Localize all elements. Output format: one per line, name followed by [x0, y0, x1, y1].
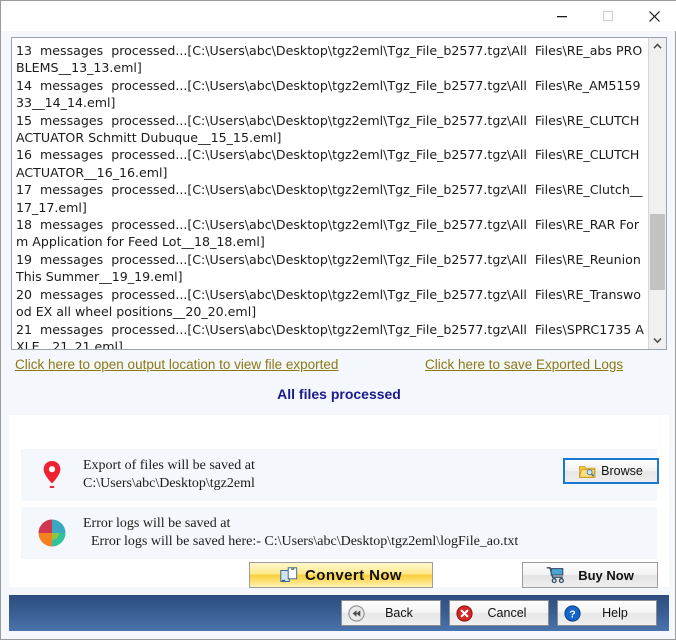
location-pin-icon	[21, 460, 83, 490]
buy-now-button[interactable]: Buy Now	[522, 562, 658, 588]
log-line: 16 messages processed...[C:\Users\abc\De…	[16, 147, 644, 180]
error-log-row: Error logs will be saved at Error logs w…	[21, 507, 657, 559]
convert-icon	[280, 567, 298, 582]
cancel-button-label: Cancel	[487, 606, 527, 620]
log-line: 17 messages processed...[C:\Users\abc\De…	[16, 182, 643, 215]
back-button[interactable]: Back	[341, 600, 441, 626]
error-log-text: Error logs will be saved at Error logs w…	[83, 515, 657, 551]
scroll-up-button[interactable]	[649, 38, 666, 55]
log-line: 21 messages processed...[C:\Users\abc\De…	[16, 321, 644, 350]
error-log-line1: Error logs will be saved at	[83, 516, 231, 531]
convert-now-label: Convert Now	[305, 566, 402, 584]
chevron-down-icon	[653, 337, 662, 344]
help-question-icon: ?	[564, 604, 582, 622]
status-message: All files processed	[277, 386, 401, 402]
close-button[interactable]	[631, 1, 676, 31]
log-textarea[interactable]: 13 messages processed...[C:\Users\abc\De…	[11, 37, 667, 350]
log-line: 13 messages processed...[C:\Users\abc\De…	[16, 43, 643, 76]
svg-text:?: ?	[569, 608, 575, 620]
browse-button[interactable]: Browse	[563, 458, 659, 484]
scroll-down-button[interactable]	[649, 332, 666, 349]
bottom-navigation-bar: Back Cancel ? Help	[9, 595, 669, 631]
log-line: 19 messages processed...[C:\Users\abc\De…	[16, 251, 645, 285]
rewind-icon	[348, 604, 366, 622]
error-log-path: Error logs will be saved here:- C:\Users…	[91, 534, 519, 549]
maximize-button[interactable]	[585, 1, 631, 31]
title-bar	[1, 1, 676, 31]
cancel-circle-icon	[456, 604, 474, 622]
convert-now-button[interactable]: Convert Now	[249, 562, 433, 588]
log-line: 14 messages processed...[C:\Users\abc\De…	[16, 77, 641, 111]
close-icon	[648, 10, 660, 22]
log-lines: 13 messages processed...[C:\Users\abc\De…	[12, 38, 648, 349]
log-line: 20 messages processed...[C:\Users\abc\De…	[16, 286, 641, 320]
export-location-line1: Export of files will be saved at	[83, 458, 255, 473]
log-line: 18 messages processed...[C:\Users\abc\De…	[16, 217, 640, 250]
save-exported-logs-link[interactable]: Click here to save Exported Logs	[425, 357, 623, 372]
folder-search-icon	[579, 465, 596, 478]
log-line: 15 messages processed...[C:\Users\abc\De…	[16, 112, 644, 146]
open-output-location-link[interactable]: Click here to open output location to vi…	[15, 357, 338, 372]
help-button[interactable]: ? Help	[557, 600, 657, 626]
log-scrollbar[interactable]	[648, 38, 666, 349]
shopping-cart-icon	[546, 567, 565, 584]
help-button-label: Help	[602, 606, 628, 620]
export-location-row: Export of files will be saved at C:\User…	[21, 449, 657, 501]
links-row: Click here to open output location to vi…	[1, 357, 676, 381]
pie-chart-icon	[21, 518, 83, 548]
scrollbar-thumb[interactable]	[650, 214, 665, 290]
application-window: 13 messages processed...[C:\Users\abc\De…	[0, 0, 676, 640]
chevron-up-icon	[653, 43, 662, 49]
minimize-button[interactable]	[539, 1, 585, 31]
minimize-icon	[557, 16, 567, 18]
back-button-label: Back	[385, 606, 413, 620]
maximize-icon	[602, 10, 614, 22]
buy-now-label: Buy Now	[578, 567, 634, 583]
browse-button-label: Browse	[601, 464, 643, 478]
cancel-button[interactable]: Cancel	[449, 600, 549, 626]
